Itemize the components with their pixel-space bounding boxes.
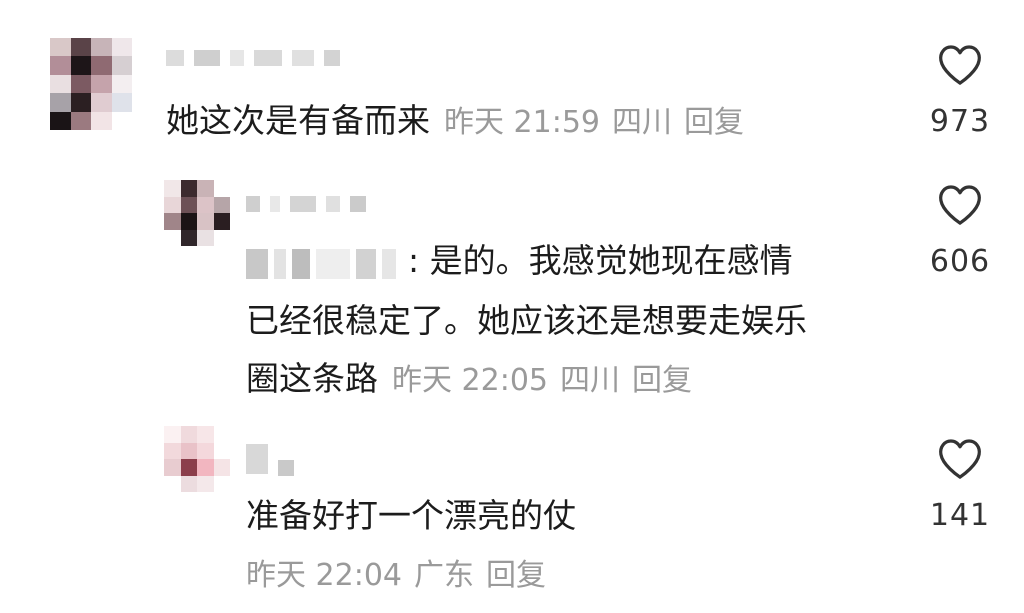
comment-text: 她这次是有备而来 昨天 21:59 四川 回复 xyxy=(166,91,744,153)
comment-date: 昨天 21:59 xyxy=(444,105,600,140)
comment-meta: 昨天 22:05 四川 回复 xyxy=(392,363,692,398)
heart-outline-icon xyxy=(939,45,981,85)
reply-button[interactable]: 回复 xyxy=(684,105,744,140)
comment-3: 准备好打一个漂亮的仗 昨天 22:04 广东 回复 141 xyxy=(0,420,1024,613)
comment-text: : 是的。我感觉她现在感情 已经很稳定了。她应该还是想要走娱乐 圈这条路 昨天 2… xyxy=(246,232,807,410)
comment-location: 广东 xyxy=(414,558,474,593)
avatar[interactable] xyxy=(50,38,132,130)
like-count: 141 xyxy=(929,498,991,533)
comment-date: 昨天 22:04 xyxy=(246,558,402,593)
avatar[interactable] xyxy=(164,426,230,492)
username-blurred[interactable] xyxy=(246,196,366,212)
comment-location: 四川 xyxy=(560,362,620,398)
like-button[interactable]: 606 xyxy=(924,184,996,279)
comment-location: 四川 xyxy=(612,105,672,140)
reply-button[interactable]: 回复 xyxy=(632,363,692,398)
like-button[interactable]: 973 xyxy=(924,44,996,139)
comment-body: 准备好打一个漂亮的仗 xyxy=(246,496,576,535)
like-count: 973 xyxy=(929,104,991,139)
heart-outline-icon xyxy=(939,185,981,225)
like-count: 606 xyxy=(929,244,991,279)
comment-body-line-3: 圈这条路 xyxy=(246,358,378,398)
comment-date: 昨天 22:05 xyxy=(392,362,548,398)
mention-blurred[interactable] xyxy=(246,234,402,292)
comment-meta: 昨天 22:04 广东 回复 xyxy=(246,554,546,598)
username-blurred[interactable] xyxy=(166,50,340,66)
comment-line-3: 圈这条路 昨天 22:05 四川 回复 xyxy=(246,350,807,410)
like-button[interactable]: 141 xyxy=(924,438,996,533)
comment-body-line-1: : 是的。我感觉她现在感情 xyxy=(408,241,793,280)
comment-body-line-2: 已经很稳定了。她应该还是想要走娱乐 xyxy=(246,300,807,340)
comment-2: : 是的。我感觉她现在感情 已经很稳定了。她应该还是想要走娱乐 圈这条路 昨天 2… xyxy=(0,170,1024,420)
comment-meta: 昨天 21:59 四川 回复 xyxy=(444,105,744,140)
heart-outline-icon xyxy=(939,439,981,479)
comment-body: 她这次是有备而来 xyxy=(166,101,430,140)
username-blurred[interactable] xyxy=(246,442,294,476)
avatar[interactable] xyxy=(164,180,230,246)
comment-line-1: : 是的。我感觉她现在感情 xyxy=(246,232,807,292)
reply-button[interactable]: 回复 xyxy=(486,558,546,593)
comment-1: 她这次是有备而来 昨天 21:59 四川 回复 973 xyxy=(0,0,1024,170)
